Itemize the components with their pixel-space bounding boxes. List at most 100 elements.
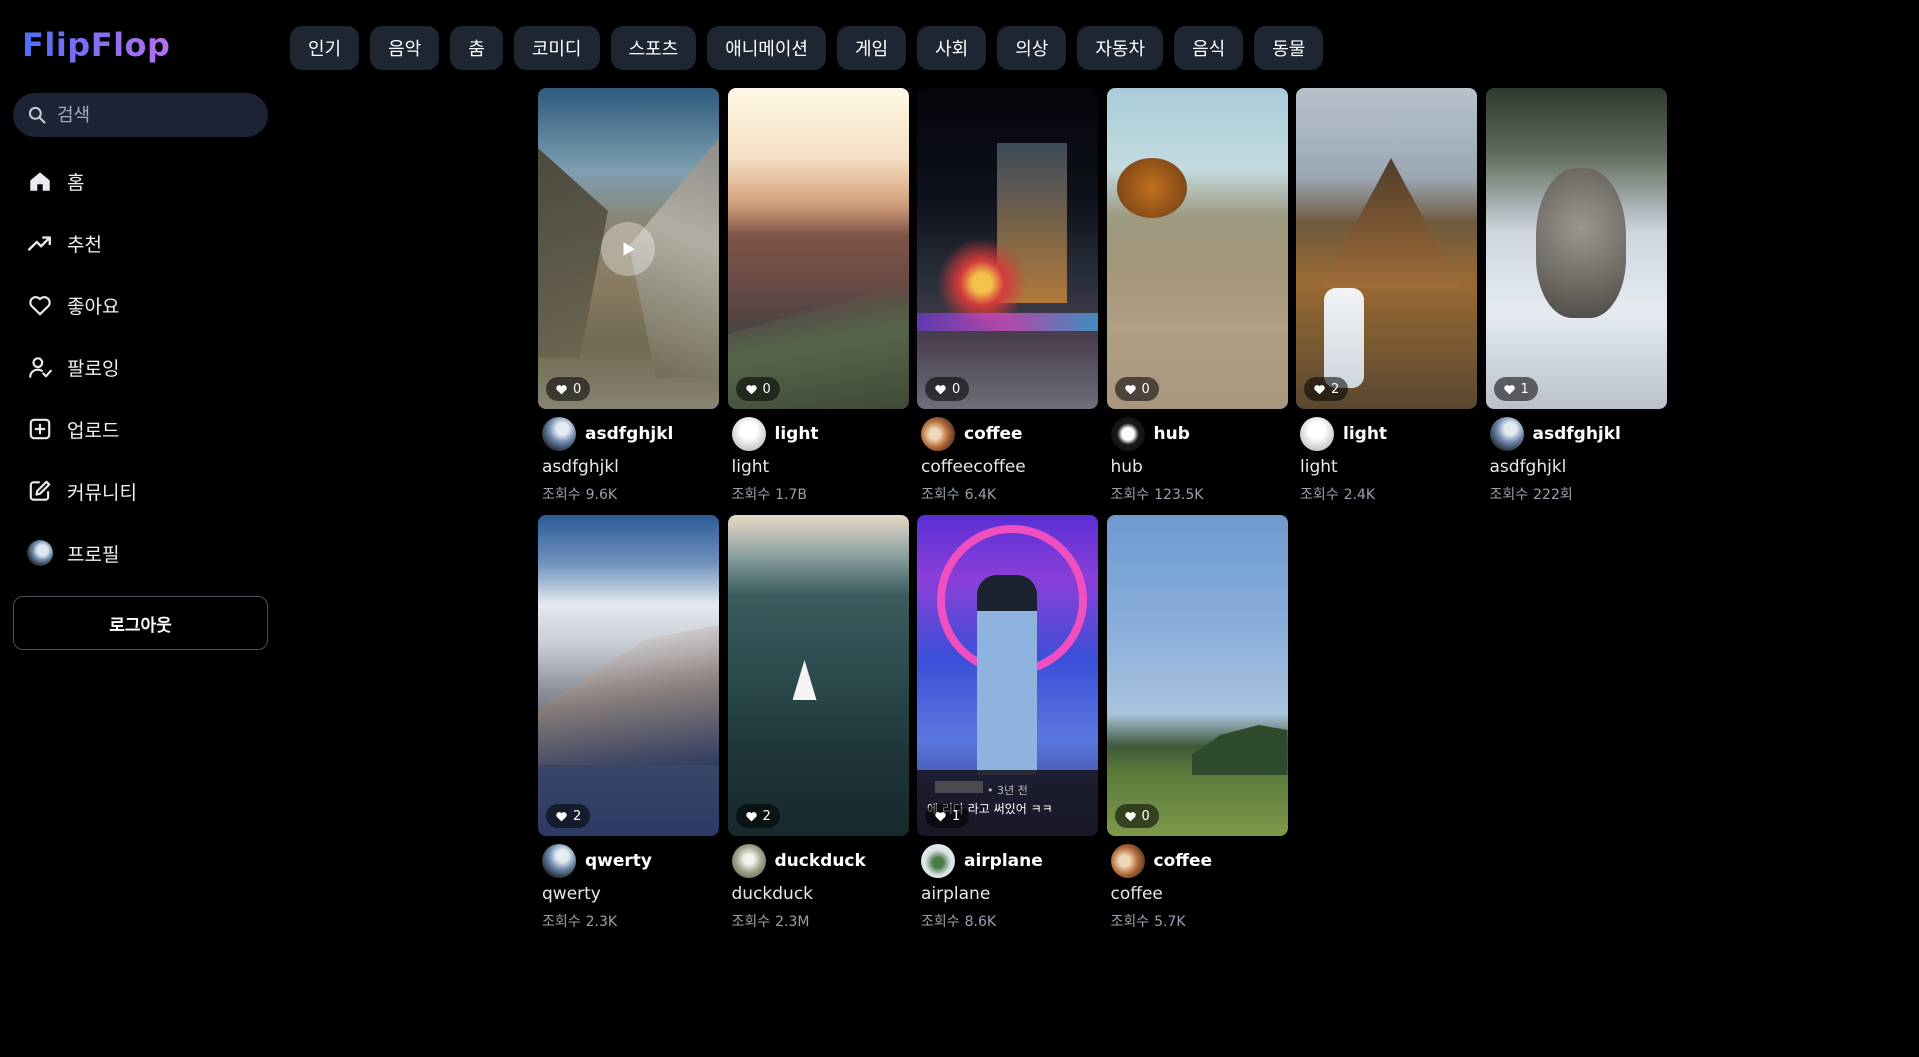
category-chip[interactable]: 사회 [917, 26, 987, 70]
like-count: 0 [573, 381, 582, 397]
category-chip[interactable]: 동물 [1254, 26, 1324, 70]
logout-button[interactable]: 로그아웃 [13, 596, 268, 650]
author-name: asdfghjkl [585, 424, 674, 444]
video-author[interactable]: coffee [1107, 844, 1288, 878]
category-chip[interactable]: 춤 [450, 26, 503, 70]
nav-item-label: 좋아요 [67, 295, 120, 318]
view-count: 조회수 2.3M [728, 911, 909, 931]
video-card[interactable]: 0 asdfghjkl asdfghjkl 조회수 9.6K [538, 88, 719, 504]
video-thumbnail[interactable]: 0 [917, 88, 1098, 409]
category-bar: 인기 음악 춤 코미디 스포츠 애니메이션 게임 사회 의상 자동차 음식 동물 [290, 26, 1324, 70]
category-chip[interactable]: 음식 [1174, 26, 1244, 70]
video-author[interactable]: coffee [917, 417, 1098, 451]
video-card[interactable]: 0 coffee coffeecoffee 조회수 6.4K [917, 88, 1098, 504]
video-author[interactable]: duckduck [728, 844, 909, 878]
author-name: light [774, 424, 819, 444]
video-author[interactable]: hub [1107, 417, 1288, 451]
video-thumbnail[interactable]: 0 [538, 88, 719, 409]
video-thumbnail[interactable]: 2 [1296, 88, 1477, 409]
play-icon[interactable] [601, 222, 655, 276]
nav-item-label: 업로드 [67, 419, 120, 442]
nav-item-home[interactable]: 홈 [13, 150, 268, 212]
avatar [1489, 417, 1524, 451]
video-title: light [1300, 457, 1338, 477]
view-count: 조회수 123.5K [1107, 484, 1288, 504]
video-thumbnail[interactable]: 0 [727, 88, 909, 409]
like-count-badge: 1 [1493, 377, 1538, 401]
nav-item-likes[interactable]: 좋아요 [13, 274, 268, 336]
video-author[interactable]: light [728, 417, 909, 451]
video-card[interactable]: • 3년 전 에 리다 라고 써있어 ㅋㅋ 1 airplane airplan… [917, 515, 1098, 931]
app-logo[interactable]: FlipFlop [22, 26, 170, 64]
upload-icon [29, 418, 51, 440]
video-card[interactable]: 0 coffee coffee 조회수 5.7K [1106, 515, 1288, 931]
video-thumbnail[interactable]: 0 [1106, 88, 1288, 409]
category-chip[interactable]: 의상 [997, 26, 1067, 70]
avatar [27, 540, 53, 566]
like-count-badge: 2 [1304, 377, 1349, 401]
heart-filled-icon [1314, 384, 1325, 394]
video-title: hub [1110, 457, 1143, 477]
video-thumbnail[interactable]: 2 [538, 515, 719, 836]
views-label: 조회수 [731, 914, 771, 930]
nav-item-upload[interactable]: 업로드 [13, 398, 268, 460]
category-chip[interactable]: 게임 [837, 26, 907, 70]
nav-item-recommended[interactable]: 추천 [13, 212, 268, 274]
views-value: 222회 [1533, 487, 1573, 503]
video-card[interactable]: 0 hub hub 조회수 123.5K [1106, 88, 1288, 504]
like-count-badge: 0 [546, 377, 591, 401]
nav-item-label: 프로필 [67, 543, 120, 566]
views-label: 조회수 [542, 914, 581, 930]
video-card[interactable]: 2 light light 조회수 2.4K [1296, 88, 1477, 504]
video-author[interactable]: asdfghjkl [1486, 417, 1667, 451]
nav-item-community[interactable]: 커뮤니티 [13, 460, 268, 522]
trending-icon [27, 236, 51, 251]
video-author[interactable]: airplane [917, 844, 1098, 878]
nav-item-profile[interactable]: 프로필 [13, 522, 268, 584]
nav-item-following[interactable]: 팔로잉 [13, 336, 268, 398]
view-count: 조회수 2.3K [538, 911, 719, 931]
avatar [1110, 417, 1145, 451]
search-bar[interactable] [13, 93, 268, 137]
view-count: 조회수 6.4K [917, 484, 1098, 504]
view-count: 조회수 1.7B [728, 484, 909, 504]
avatar [1300, 417, 1334, 451]
views-value: 6.4K [964, 487, 997, 503]
heart-filled-icon [935, 811, 946, 821]
video-author[interactable]: asdfghjkl [538, 417, 719, 451]
category-chip[interactable]: 인기 [290, 26, 360, 70]
search-input[interactable] [55, 103, 249, 127]
video-thumbnail[interactable]: 2 [727, 515, 909, 836]
video-card[interactable]: 0 light light 조회수 1.7B [727, 88, 909, 504]
video-thumbnail[interactable]: 1 [1485, 88, 1667, 409]
video-author[interactable]: qwerty [538, 844, 719, 878]
heart-icon [29, 296, 51, 316]
like-count: 1 [1520, 381, 1529, 397]
video-thumbnail[interactable]: 0 [1106, 515, 1288, 836]
like-count: 1 [952, 808, 961, 824]
heart-filled-icon [1124, 384, 1136, 394]
like-count: 2 [1331, 381, 1340, 397]
video-title: duckduck [731, 884, 814, 904]
video-card[interactable]: 2 qwerty qwerty 조회수 2.3K [538, 515, 719, 931]
category-chip[interactable]: 자동차 [1077, 26, 1164, 70]
nav-item-label: 홈 [67, 171, 85, 194]
author-name: hub [1153, 424, 1190, 444]
video-author[interactable]: light [1296, 417, 1477, 451]
avatar [542, 844, 576, 878]
category-chip[interactable]: 애니메이션 [707, 26, 826, 70]
category-chip[interactable]: 코미디 [513, 26, 600, 70]
avatar [921, 417, 955, 451]
views-label: 조회수 [1110, 487, 1150, 503]
views-label: 조회수 [1489, 487, 1529, 503]
like-count: 0 [1141, 808, 1150, 824]
like-count-badge: 0 [1114, 377, 1159, 401]
video-card[interactable]: 1 asdfghjkl asdfghjkl 조회수 222회 [1485, 88, 1667, 504]
video-title: coffee [1110, 884, 1163, 904]
like-count: 0 [1141, 381, 1150, 397]
video-card[interactable]: 2 duckduck duckduck 조회수 2.3M [727, 515, 909, 931]
author-name: airplane [964, 851, 1043, 871]
video-thumbnail[interactable]: • 3년 전 에 리다 라고 써있어 ㅋㅋ 1 [917, 515, 1098, 836]
category-chip[interactable]: 음악 [370, 26, 440, 70]
category-chip[interactable]: 스포츠 [610, 26, 697, 70]
